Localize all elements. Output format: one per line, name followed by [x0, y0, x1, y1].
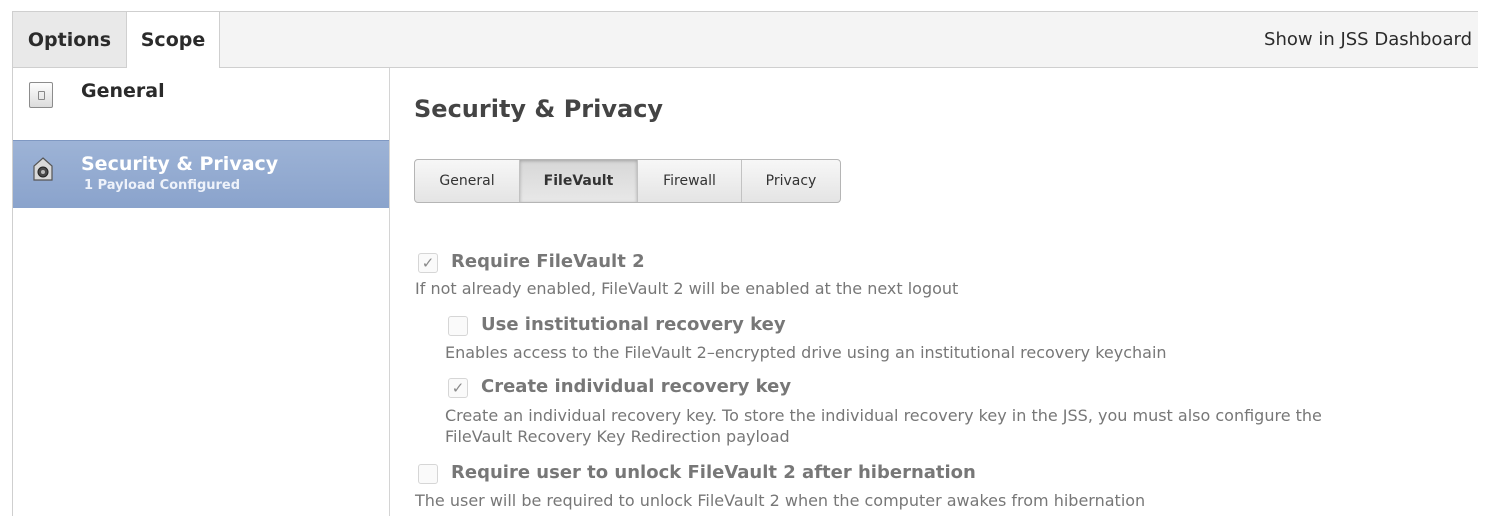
individual-key-checkbox[interactable]: ✓	[448, 378, 468, 398]
segment-firewall[interactable]: Firewall	[638, 160, 742, 202]
sidebar-item-security-privacy[interactable]: Security & Privacy 1 Payload Configured	[13, 140, 389, 208]
policy-editor-window: Options Scope Show in JSS Dashboard Gene…	[12, 11, 1478, 516]
payload-segmented-control: General FileVault Firewall Privacy	[414, 159, 841, 203]
require-filevault-description: If not already enabled, FileVault 2 will…	[415, 279, 959, 298]
institutional-key-label: Use institutional recovery key	[481, 314, 786, 335]
sidebar-item-label: General	[81, 80, 165, 102]
tab-scope[interactable]: Scope	[127, 12, 220, 68]
payload-sidebar: General Security & Privacy 1 Payload Con…	[13, 68, 390, 516]
individual-key-description-line2: FileVault Recovery Key Redirection paylo…	[445, 427, 790, 446]
unlock-after-hibernation-label: Require user to unlock FileVault 2 after…	[451, 462, 976, 483]
sidebar-item-general[interactable]: General	[13, 68, 389, 140]
require-filevault-checkbox[interactable]: ✓	[418, 253, 438, 273]
unlock-after-hibernation-description: The user will be required to unlock File…	[415, 491, 1146, 510]
tab-options[interactable]: Options	[13, 12, 127, 67]
unlock-after-hibernation-checkbox[interactable]	[418, 464, 438, 484]
require-filevault-label: Require FileVault 2	[451, 251, 645, 272]
individual-key-description-line1: Create an individual recovery key. To st…	[445, 406, 1322, 425]
individual-key-label: Create individual recovery key	[481, 376, 792, 397]
document-icon	[29, 82, 53, 108]
show-in-dashboard-link[interactable]: Show in JSS Dashboard	[1264, 12, 1472, 67]
security-privacy-icon	[33, 157, 53, 181]
segment-general[interactable]: General	[415, 160, 520, 202]
institutional-key-description: Enables access to the FileVault 2–encryp…	[445, 343, 1167, 362]
sidebar-item-subtitle: 1 Payload Configured	[84, 178, 241, 193]
institutional-key-checkbox[interactable]	[448, 316, 468, 336]
segment-privacy[interactable]: Privacy	[742, 160, 840, 202]
segment-filevault[interactable]: FileVault	[520, 160, 638, 202]
sidebar-item-label: Security & Privacy	[81, 153, 279, 175]
payload-content: Security & Privacy General FileVault Fir…	[391, 68, 1478, 516]
page-title: Security & Privacy	[414, 95, 664, 123]
top-tab-bar: Options Scope Show in JSS Dashboard	[13, 12, 1478, 68]
